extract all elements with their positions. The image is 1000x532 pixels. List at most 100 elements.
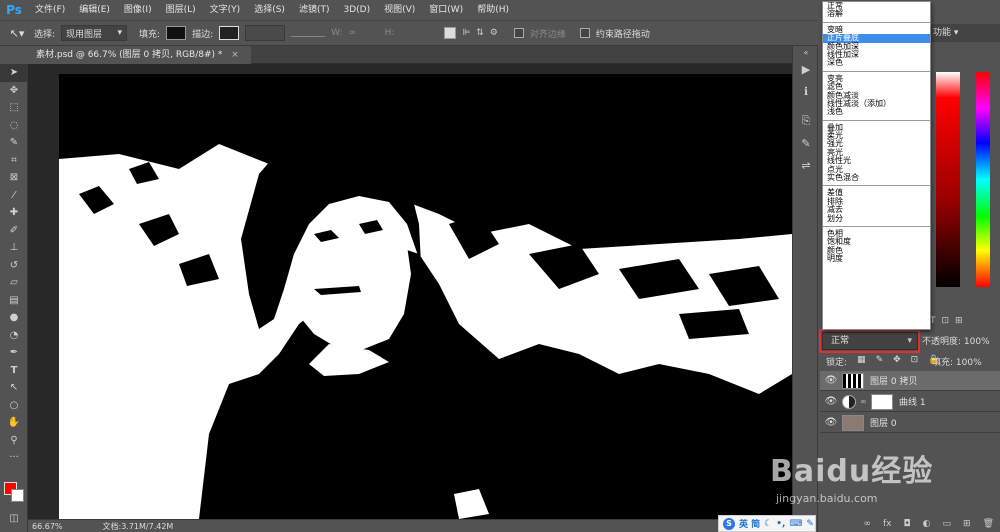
- ime-label[interactable]: 英 简: [739, 517, 760, 530]
- menu-help[interactable]: 帮助(H): [470, 0, 516, 20]
- constrain-path-checkbox[interactable]: [579, 28, 590, 38]
- menu-select[interactable]: 选择(S): [247, 0, 292, 20]
- blend-option[interactable]: 明度: [823, 254, 930, 263]
- lock-transparent-icon[interactable]: ▦: [857, 355, 866, 368]
- new-layer-icon[interactable]: ⊞: [963, 519, 971, 529]
- blend-mode-dropdown[interactable]: 正常 ▾: [822, 332, 918, 350]
- eye-icon[interactable]: 👁: [820, 375, 842, 386]
- gear-icon[interactable]: ⚙: [490, 28, 498, 38]
- align-edges-checkbox[interactable]: [513, 28, 524, 38]
- add-mask-icon[interactable]: ◘: [904, 519, 911, 529]
- menu-view[interactable]: 视图(V): [377, 0, 422, 20]
- fill-swatch[interactable]: [166, 26, 187, 40]
- artboard-tool-icon[interactable]: ✥: [0, 82, 28, 100]
- quick-select-tool-icon[interactable]: ✎: [0, 134, 28, 152]
- document-canvas[interactable]: [59, 74, 792, 519]
- type-tool-icon[interactable]: T: [0, 362, 28, 380]
- document-tab[interactable]: 素材.psd @ 66.7% (图层 0 拷贝, RGB/8#) * ×: [28, 46, 251, 64]
- properties-panel-icon[interactable]: ℹ: [793, 80, 819, 102]
- ime-toolbar[interactable]: S 英 简 ☾ •, ⌨ ✎: [718, 515, 816, 532]
- keyboard-icon[interactable]: ⌨: [789, 519, 802, 529]
- blur-tool-icon[interactable]: ●: [0, 309, 28, 327]
- ellipse-tool-icon[interactable]: ○: [0, 397, 28, 415]
- wrench-icon[interactable]: ✎: [806, 519, 814, 529]
- fx-icon[interactable]: fx: [883, 519, 892, 529]
- brush-tool-icon[interactable]: ✐: [0, 222, 28, 240]
- history-panel-icon[interactable]: ▶: [793, 58, 819, 80]
- select-target-dropdown[interactable]: 现用图层 ▾: [61, 25, 128, 41]
- history-brush-icon[interactable]: ↺: [0, 257, 28, 275]
- background-color-swatch[interactable]: [11, 489, 24, 502]
- menu-3d[interactable]: 3D(D): [336, 0, 377, 20]
- crop-tool-icon[interactable]: ⌗: [0, 152, 28, 170]
- layer-row[interactable]: 👁 图层 0: [820, 413, 1000, 433]
- more-tools-icon[interactable]: ···: [0, 449, 28, 467]
- lock-position-icon[interactable]: ✥: [893, 355, 901, 368]
- eye-icon[interactable]: 👁: [820, 396, 842, 407]
- layer-name[interactable]: 图层 0 拷贝: [870, 374, 917, 387]
- align-icon[interactable]: ⊫: [462, 28, 470, 38]
- blend-option[interactable]: 实色混合: [823, 173, 930, 182]
- channels-panel-icon[interactable]: ⇌: [793, 154, 819, 176]
- zoom-level[interactable]: 66.67%: [32, 522, 63, 531]
- hue-slider[interactable]: [976, 72, 990, 287]
- path-select-icon[interactable]: ↖: [0, 379, 28, 397]
- color-swatches[interactable]: [4, 482, 26, 504]
- opacity-control[interactable]: 不透明度: 100%: [922, 334, 990, 347]
- blend-option[interactable]: 溶解: [823, 9, 930, 18]
- layer-name[interactable]: 曲线 1: [899, 395, 926, 408]
- healing-brush-icon[interactable]: ✚: [0, 204, 28, 222]
- blend-option[interactable]: 浅色: [823, 107, 930, 116]
- move-tool-icon[interactable]: ➤: [0, 64, 28, 82]
- menu-window[interactable]: 窗口(W): [422, 0, 470, 20]
- stroke-swatch[interactable]: [219, 26, 240, 40]
- eye-icon[interactable]: 👁: [820, 417, 842, 428]
- menu-image[interactable]: 图像(I): [117, 0, 159, 20]
- stroke-width-field[interactable]: [245, 25, 286, 41]
- lasso-tool-icon[interactable]: ◌: [0, 117, 28, 135]
- lock-artboard-icon[interactable]: ⊡: [911, 355, 919, 368]
- zoom-tool-icon[interactable]: ⚲: [0, 432, 28, 450]
- close-icon[interactable]: ×: [231, 50, 239, 60]
- menu-edit[interactable]: 编辑(E): [72, 0, 117, 20]
- fill-value[interactable]: 100%: [956, 358, 982, 368]
- shape-icon[interactable]: ⊡: [942, 316, 950, 328]
- lock-pixels-icon[interactable]: ✎: [876, 355, 884, 368]
- adjustment-layer-icon[interactable]: ◐: [923, 519, 931, 529]
- layer-name[interactable]: 图层 0: [870, 416, 897, 429]
- menu-filter[interactable]: 滤镜(T): [292, 0, 337, 20]
- hand-tool-icon[interactable]: ✋: [0, 414, 28, 432]
- arrange-icon[interactable]: ⇅: [476, 28, 484, 38]
- quick-mask-icon[interactable]: ◫: [0, 510, 28, 528]
- layer-row[interactable]: 👁 ∞ 曲线 1: [820, 392, 1000, 412]
- move-tool-icon[interactable]: ↖▾: [6, 27, 28, 40]
- punctuation-icon[interactable]: •,: [776, 519, 785, 529]
- menu-type[interactable]: 文字(Y): [203, 0, 248, 20]
- layer-row[interactable]: 👁 图层 0 拷贝: [820, 371, 1000, 391]
- folder-icon[interactable]: ▭: [943, 519, 952, 529]
- link-icon[interactable]: ∞: [349, 28, 379, 38]
- fill-control[interactable]: 填充: 100%: [932, 355, 982, 368]
- menu-file[interactable]: 文件(F): [28, 0, 72, 20]
- eyedropper-tool-icon[interactable]: ⁄: [0, 187, 28, 205]
- blend-option[interactable]: 深色: [823, 58, 930, 67]
- opacity-value[interactable]: 100%: [964, 337, 990, 347]
- path-ops-icon[interactable]: [444, 27, 457, 39]
- moon-icon[interactable]: ☾: [764, 519, 772, 529]
- workspace-switcher[interactable]: 功能 ▾: [930, 24, 1000, 42]
- dodge-tool-icon[interactable]: ◔: [0, 327, 28, 345]
- frame-tool-icon[interactable]: ⊠: [0, 169, 28, 187]
- adjustments-panel-icon[interactable]: ⎘: [793, 110, 819, 132]
- document-info[interactable]: 文档:3.71M/7.42M: [103, 521, 174, 532]
- collapse-icon[interactable]: «: [793, 46, 819, 58]
- color-picker-field[interactable]: [936, 72, 960, 287]
- menu-layer[interactable]: 图层(L): [159, 0, 203, 20]
- trash-icon[interactable]: 🗑: [983, 519, 994, 529]
- smart-object-icon[interactable]: ⊞: [955, 316, 963, 328]
- blend-option[interactable]: 划分: [823, 214, 930, 223]
- pen-tool-icon[interactable]: ✒: [0, 344, 28, 362]
- eraser-tool-icon[interactable]: ▱: [0, 274, 28, 292]
- link-layers-icon[interactable]: ∞: [864, 519, 872, 529]
- stamp-tool-icon[interactable]: ⊥: [0, 239, 28, 257]
- marquee-tool-icon[interactable]: ⬚: [0, 99, 28, 117]
